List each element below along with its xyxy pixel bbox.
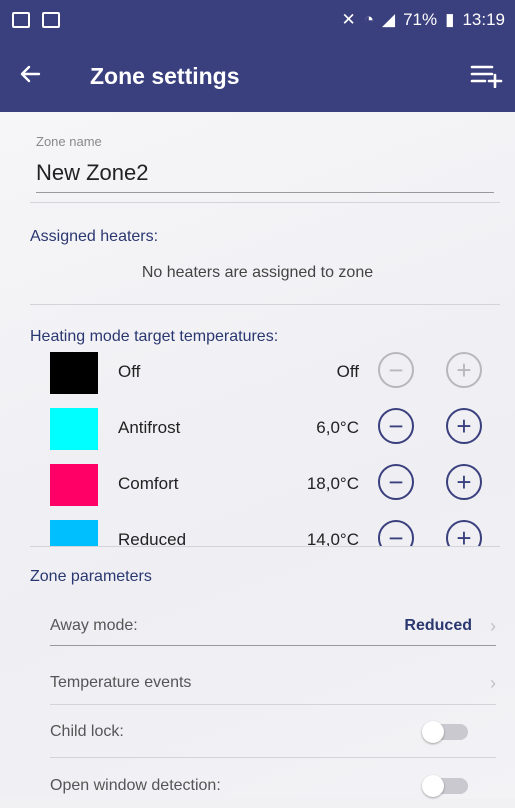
zone-settings-content: Zone name Assigned heaters: No heaters a… bbox=[0, 112, 515, 798]
increase-button[interactable]: + bbox=[446, 352, 482, 388]
mode-row-antifrost: Antifrost 6,0°C − + bbox=[0, 400, 515, 456]
increase-button[interactable]: + bbox=[446, 464, 482, 500]
zone-name-label: Zone name bbox=[36, 134, 102, 149]
mode-color-swatch bbox=[50, 464, 98, 506]
zone-parameters-title: Zone parameters bbox=[30, 568, 152, 585]
temperature-events-label: Temperature events bbox=[50, 674, 192, 691]
away-mode-value: Reduced bbox=[404, 617, 472, 634]
child-lock-label: Child lock: bbox=[50, 723, 124, 740]
mode-label: Off bbox=[118, 362, 141, 381]
arrow-left-icon[interactable] bbox=[18, 62, 42, 90]
open-window-detection-toggle[interactable] bbox=[422, 775, 468, 797]
decrease-button[interactable]: − bbox=[378, 408, 414, 444]
wifi-icon: ◔ bbox=[363, 10, 374, 29]
mode-color-swatch bbox=[50, 520, 98, 546]
minus-icon: − bbox=[388, 355, 404, 385]
increase-button[interactable]: + bbox=[446, 520, 482, 546]
add-list-icon[interactable] bbox=[469, 60, 503, 93]
mode-value: 6,0°C bbox=[316, 418, 359, 437]
no-heaters-message: No heaters are assigned to zone bbox=[141, 264, 374, 281]
mode-label: Comfort bbox=[118, 474, 179, 493]
decrease-button[interactable]: − bbox=[378, 464, 414, 500]
away-mode-label: Away mode: bbox=[50, 617, 138, 634]
signal-icon: ◢ bbox=[381, 10, 396, 29]
mode-row-reduced: Reduced 14,0°C − + bbox=[0, 512, 515, 546]
chevron-right-icon: › bbox=[490, 615, 496, 636]
divider bbox=[30, 546, 500, 547]
zone-name-input[interactable] bbox=[36, 156, 494, 193]
decrease-button[interactable]: − bbox=[378, 520, 414, 546]
mode-color-swatch bbox=[50, 352, 98, 394]
divider bbox=[50, 757, 496, 758]
divider bbox=[50, 645, 496, 646]
mode-value: Off bbox=[336, 362, 359, 381]
battery-icon: ▮ bbox=[445, 10, 455, 29]
mode-label: Antifrost bbox=[118, 418, 181, 437]
page-title: Zone settings bbox=[90, 62, 240, 89]
plus-icon: + bbox=[456, 355, 472, 385]
mode-row-off: Off Off − + bbox=[0, 344, 515, 400]
minus-icon: − bbox=[388, 411, 404, 441]
open-window-detection-label: Open window detection: bbox=[50, 777, 221, 794]
battery-level: 71% bbox=[403, 10, 438, 29]
divider bbox=[30, 304, 500, 305]
toggle-knob bbox=[422, 721, 444, 743]
child-lock-toggle[interactable] bbox=[422, 721, 468, 743]
temperature-events-row[interactable]: Temperature events › bbox=[50, 661, 496, 705]
mute-icon: ✕ bbox=[341, 10, 356, 29]
divider bbox=[50, 704, 496, 705]
chevron-right-icon: › bbox=[490, 672, 496, 693]
heating-modes-list: Off Off − + Antifrost 6,0°C − + Comfort … bbox=[0, 344, 515, 546]
assigned-heaters-title: Assigned heaters: bbox=[30, 228, 159, 245]
plus-icon: + bbox=[456, 523, 472, 546]
mode-row-comfort: Comfort 18,0°C − + bbox=[0, 456, 515, 512]
app-bar: Zone settings bbox=[0, 40, 515, 112]
increase-button[interactable]: + bbox=[446, 408, 482, 444]
mode-value: 18,0°C bbox=[306, 474, 359, 493]
away-mode-row[interactable]: Away mode: Reduced › bbox=[50, 604, 496, 648]
mode-value: 14,0°C bbox=[306, 530, 359, 546]
divider bbox=[30, 202, 500, 203]
decrease-button[interactable]: − bbox=[378, 352, 414, 388]
clock: 13:19 bbox=[462, 10, 505, 29]
minus-icon: − bbox=[388, 467, 404, 497]
toggle-knob bbox=[422, 775, 444, 797]
mode-color-swatch bbox=[50, 408, 98, 450]
plus-icon: + bbox=[456, 411, 472, 441]
status-bar: ✕ ◔ ◢ 71% ▮ 13:19 bbox=[0, 0, 515, 40]
notification-icon bbox=[12, 12, 30, 28]
image-icon bbox=[42, 12, 60, 28]
plus-icon: + bbox=[456, 467, 472, 497]
mode-label: Reduced bbox=[118, 530, 187, 546]
minus-icon: − bbox=[388, 523, 404, 546]
